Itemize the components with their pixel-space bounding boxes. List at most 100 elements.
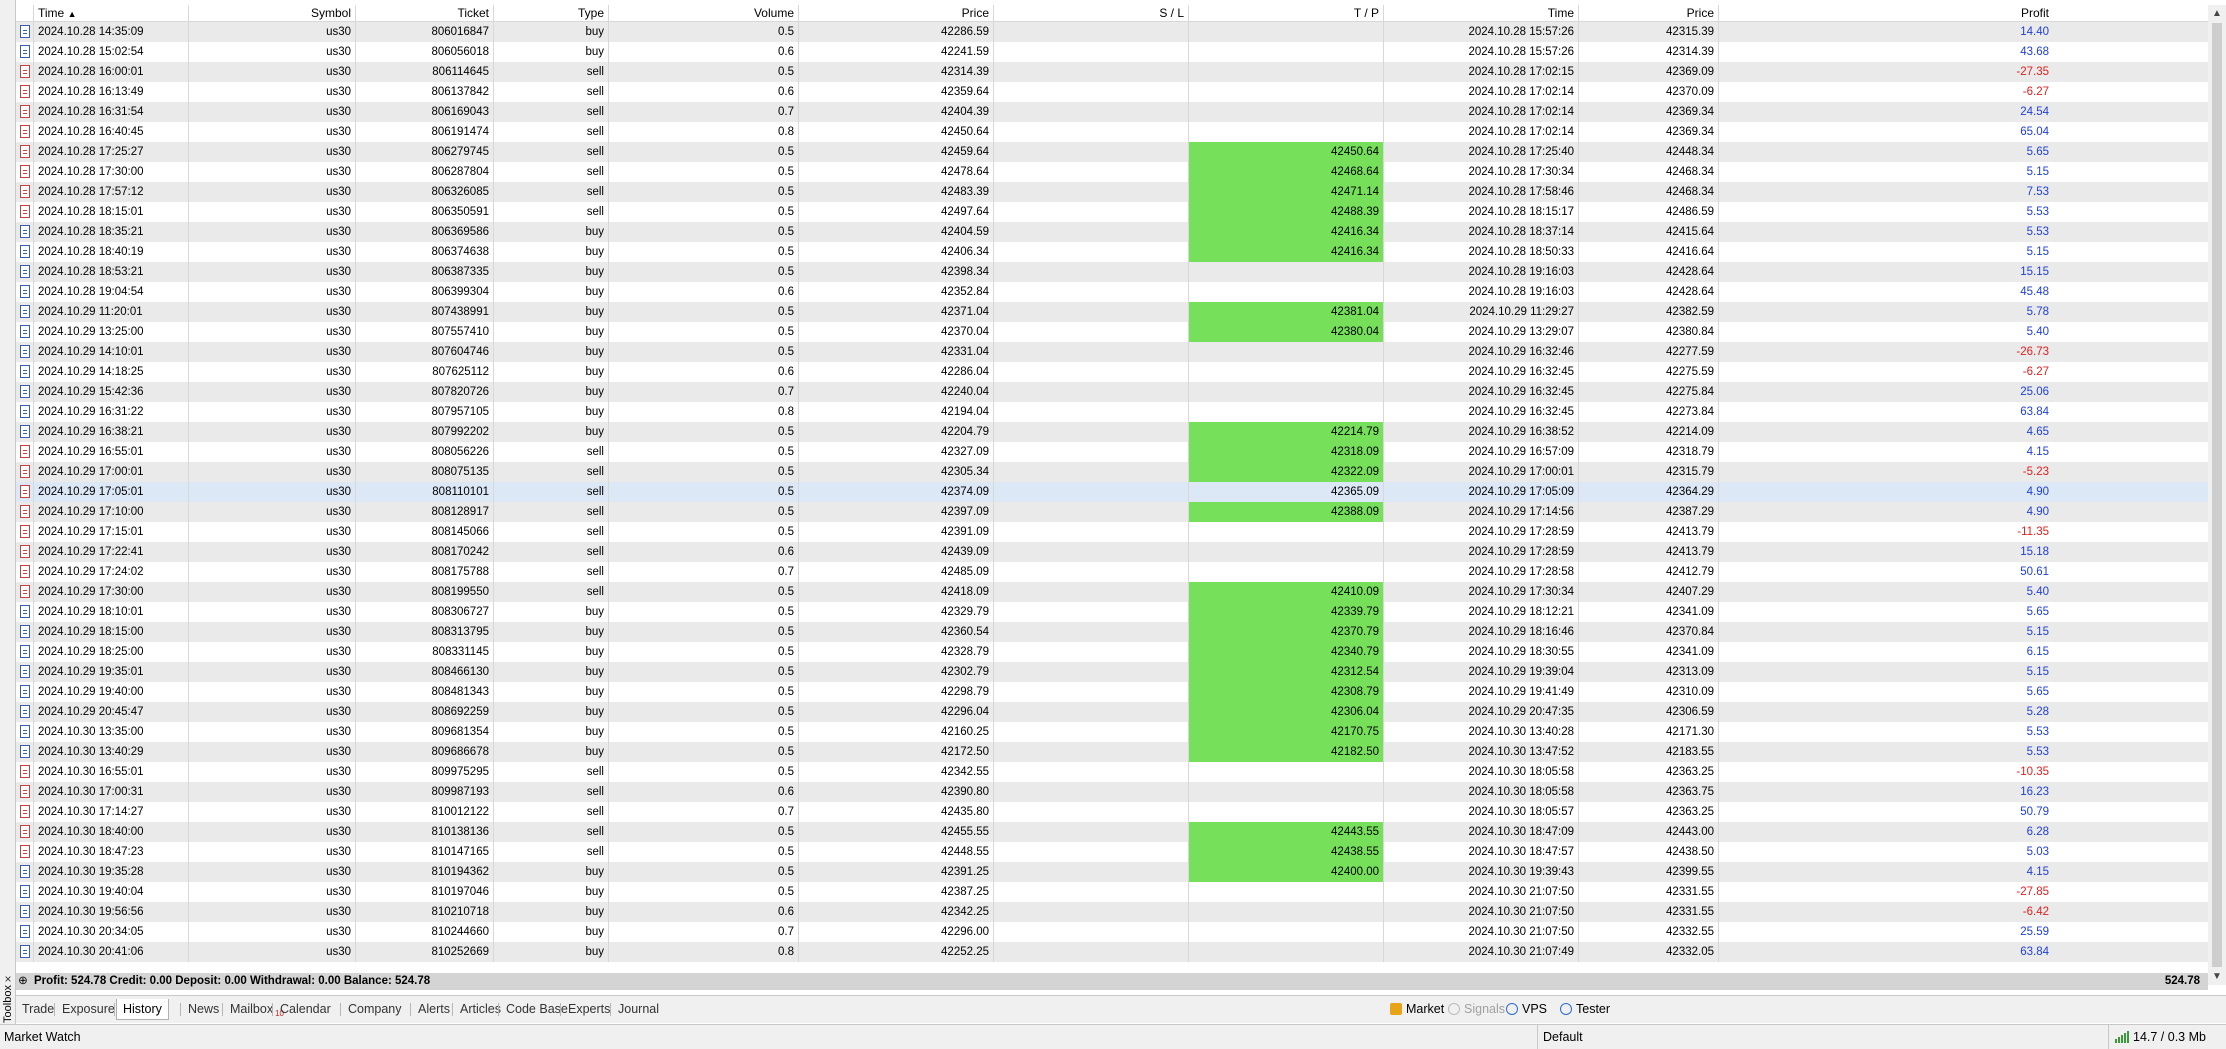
table-row[interactable]: 2024.10.29 17:24:02 us30 808175788 sell 0.7 4… [16,562,2208,582]
cell-type: sell [494,442,609,462]
table-row[interactable]: 2024.10.28 18:53:21 us30 806387335 buy 0.5 42… [16,262,2208,282]
status-profile[interactable]: Default [1537,1025,2107,1049]
table-row[interactable]: 2024.10.28 17:57:12 us30 806326085 sell 0.5 4… [16,182,2208,202]
cell-open-time: 2024.10.28 18:15:01 [34,202,189,222]
tab-history[interactable]: History [116,999,169,1020]
cell-ticket: 806287804 [356,162,494,182]
cell-type: sell [494,842,609,862]
column-header-close-time[interactable]: Time [1384,5,1579,21]
cell-symbol: us30 [189,62,356,82]
table-row[interactable]: 2024.10.30 13:40:29 us30 809686678 buy 0.5 42… [16,742,2208,762]
cell-open-time: 2024.10.30 19:56:56 [34,902,189,922]
cell-type: buy [494,862,609,882]
table-row[interactable]: 2024.10.28 16:31:54 us30 806169043 sell 0.7 4… [16,102,2208,122]
cell-tp [1189,762,1384,782]
cell-open-time: 2024.10.30 17:14:27 [34,802,189,822]
tab-experts[interactable]: Experts [562,999,616,1020]
document-icon [20,685,30,698]
cell-tp: 42381.04 [1189,302,1384,322]
table-row[interactable]: 2024.10.30 19:35:28 us30 810194362 buy 0.5 42… [16,862,2208,882]
cell-profit: 16.23 [2020,786,2049,798]
cell-symbol: us30 [189,902,356,922]
table-row[interactable]: 2024.10.28 17:25:27 us30 806279745 sell 0.5 4… [16,142,2208,162]
scroll-up-icon[interactable]: ▲ [2208,5,2226,22]
table-row[interactable]: 2024.10.29 18:25:00 us30 808331145 buy 0.5 42… [16,642,2208,662]
table-row[interactable]: 2024.10.29 11:20:01 us30 807438991 buy 0.5 42… [16,302,2208,322]
column-header-type[interactable]: Type [494,5,609,21]
table-row[interactable]: 2024.10.28 18:40:19 us30 806374638 buy 0.5 42… [16,242,2208,262]
table-row[interactable]: 2024.10.29 16:38:21 us30 807992202 buy 0.5 42… [16,422,2208,442]
column-header-icon[interactable] [16,5,34,21]
table-row[interactable]: 2024.10.29 16:55:01 us30 808056226 sell 0.5 4… [16,442,2208,462]
cell-close-price: 42363.25 [1579,802,1719,822]
summary-row[interactable]: ⊕ Profit: 524.78 Credit: 0.00 Deposit: 0… [16,973,2208,990]
table-row[interactable]: 2024.10.30 20:34:05 us30 810244660 buy 0.7 42… [16,922,2208,942]
cell-open-price: 42302.79 [799,662,994,682]
toolbox-close-icon[interactable]: × [2,973,14,985]
table-row[interactable]: 2024.10.28 18:35:21 us30 806369586 buy 0.5 42… [16,222,2208,242]
cell-tp [1189,382,1384,402]
table-row[interactable]: 2024.10.28 19:04:54 us30 806399304 buy 0.6 42… [16,282,2208,302]
table-row[interactable]: 2024.10.30 18:40:00 us30 810138136 sell 0.5 4… [16,822,2208,842]
table-row[interactable]: 2024.10.30 18:47:23 us30 810147165 sell 0.5 4… [16,842,2208,862]
table-row[interactable]: 2024.10.29 14:10:01 us30 807604746 buy 0.5 42… [16,342,2208,362]
vertical-scrollbar[interactable]: ▲ ▼ [2208,5,2226,985]
table-row[interactable]: 2024.10.28 18:15:01 us30 806350591 sell 0.5 4… [16,202,2208,222]
table-row[interactable]: 2024.10.30 13:35:00 us30 809681354 buy 0.5 42… [16,722,2208,742]
column-header-volume[interactable]: Volume [609,5,799,21]
table-row[interactable]: 2024.10.29 17:22:41 us30 808170242 sell 0.6 4… [16,542,2208,562]
table-row[interactable]: 2024.10.28 14:35:09 us30 806016847 buy 0.5 42… [16,22,2208,42]
table-row[interactable]: 2024.10.29 17:30:00 us30 808199550 sell 0.5 4… [16,582,2208,602]
column-header-ticket[interactable]: Ticket [356,5,494,21]
column-header-open-time[interactable]: Time ▲ [34,5,189,21]
tab-signals[interactable]: Signals [1448,999,1505,1020]
table-row[interactable]: 2024.10.28 16:00:01 us30 806114645 sell 0.5 4… [16,62,2208,82]
tab-journal[interactable]: Journal [612,999,665,1020]
tab-alerts[interactable]: Alerts [412,999,456,1020]
scroll-down-icon[interactable]: ▼ [2208,968,2226,985]
deal-row-icon-cell [16,782,34,802]
table-row[interactable]: 2024.10.28 16:13:49 us30 806137842 sell 0.6 4… [16,82,2208,102]
table-row[interactable]: 2024.10.29 17:00:01 us30 808075135 sell 0.5 4… [16,462,2208,482]
table-row[interactable]: 2024.10.29 13:25:00 us30 807557410 buy 0.5 42… [16,322,2208,342]
table-row[interactable]: 2024.10.30 19:40:04 us30 810197046 buy 0.5 42… [16,882,2208,902]
tab-vps[interactable]: VPS [1506,999,1547,1020]
cell-close-time: 2024.10.30 18:47:09 [1384,822,1579,842]
column-header-profit[interactable]: Profit [1719,5,2053,21]
table-row[interactable]: 2024.10.29 14:18:25 us30 807625112 buy 0.6 42… [16,362,2208,382]
table-row[interactable]: 2024.10.29 17:10:00 us30 808128917 sell 0.5 4… [16,502,2208,522]
table-row[interactable]: 2024.10.29 15:42:36 us30 807820726 buy 0.7 42… [16,382,2208,402]
table-row[interactable]: 2024.10.28 17:30:00 us30 806287804 sell 0.5 4… [16,162,2208,182]
table-row[interactable]: 2024.10.29 17:05:01 us30 808110101 sell 0.5 4… [16,482,2208,502]
tab-calendar[interactable]: Calendar [274,999,337,1020]
table-row[interactable]: 2024.10.29 18:15:00 us30 808313795 buy 0.5 42… [16,622,2208,642]
tab-company[interactable]: Company [342,999,408,1020]
table-row[interactable]: 2024.10.30 17:14:27 us30 810012122 sell 0.7 4… [16,802,2208,822]
toolbox-label[interactable]: Toolbox [0,985,16,1023]
column-header-open-price[interactable]: Price [799,5,994,21]
column-header-sl[interactable]: S / L [994,5,1189,21]
column-header-close-price[interactable]: Price [1579,5,1719,21]
table-row[interactable]: 2024.10.29 18:10:01 us30 808306727 buy 0.5 42… [16,602,2208,622]
table-row[interactable]: 2024.10.28 15:02:54 us30 806056018 buy 0.6 42… [16,42,2208,62]
table-row[interactable]: 2024.10.29 19:40:00 us30 808481343 buy 0.5 42… [16,682,2208,702]
tab-news[interactable]: News [182,999,225,1020]
status-connection[interactable]: 14.7 / 0.3 Mb [2108,1025,2226,1049]
table-row[interactable]: 2024.10.30 20:41:06 us30 810252669 buy 0.8 42… [16,942,2208,962]
tab-exposure[interactable]: Exposure [56,999,121,1020]
table-row[interactable]: 2024.10.29 20:45:47 us30 808692259 buy 0.5 42… [16,702,2208,722]
scrollbar-thumb[interactable] [2212,23,2222,967]
table-row[interactable]: 2024.10.29 19:35:01 us30 808466130 buy 0.5 42… [16,662,2208,682]
expand-plus-icon[interactable]: ⊕ [16,973,30,990]
tab-market[interactable]: Market [1390,999,1444,1020]
column-header-tp[interactable]: T / P [1189,5,1384,21]
table-row[interactable]: 2024.10.29 17:15:01 us30 808145066 sell 0.5 4… [16,522,2208,542]
table-row[interactable]: 2024.10.30 19:56:56 us30 810210718 buy 0.6 42… [16,902,2208,922]
tab-tester[interactable]: Tester [1560,999,1610,1020]
table-row[interactable]: 2024.10.30 17:00:31 us30 809987193 sell 0.6 4… [16,782,2208,802]
column-header-symbol[interactable]: Symbol [189,5,356,21]
table-row[interactable]: 2024.10.28 16:40:45 us30 806191474 sell 0.8 4… [16,122,2208,142]
table-row[interactable]: 2024.10.29 16:31:22 us30 807957105 buy 0.8 42… [16,402,2208,422]
table-row[interactable]: 2024.10.30 16:55:01 us30 809975295 sell 0.5 4… [16,762,2208,782]
cell-tp: 42468.64 [1189,162,1384,182]
